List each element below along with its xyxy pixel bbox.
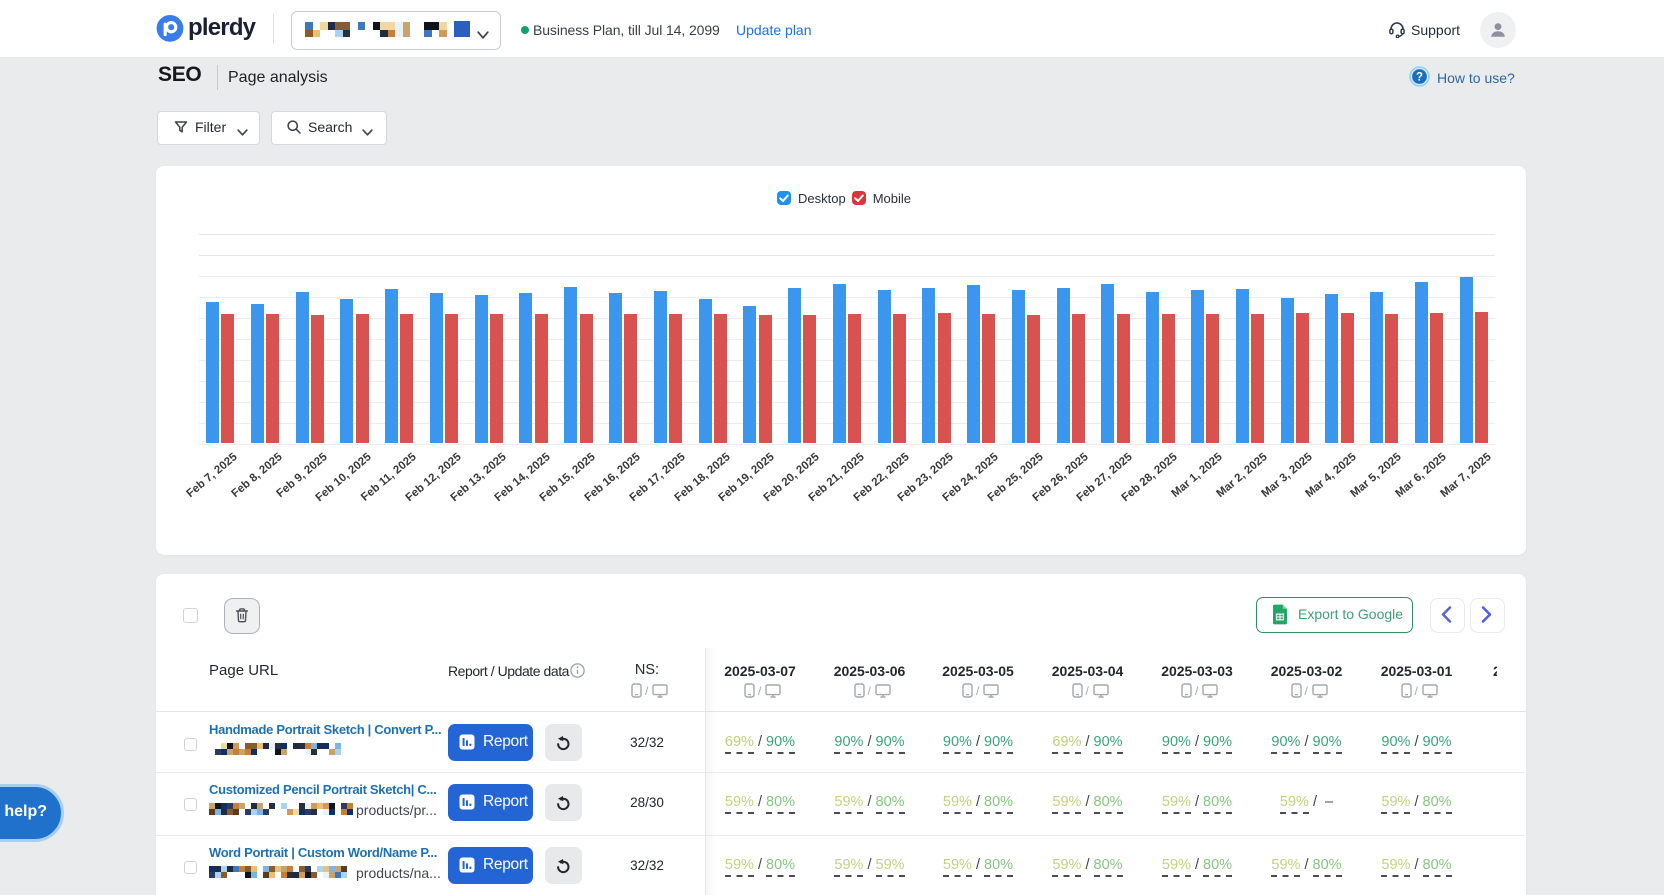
svg-text:?: ? (1416, 72, 1423, 84)
